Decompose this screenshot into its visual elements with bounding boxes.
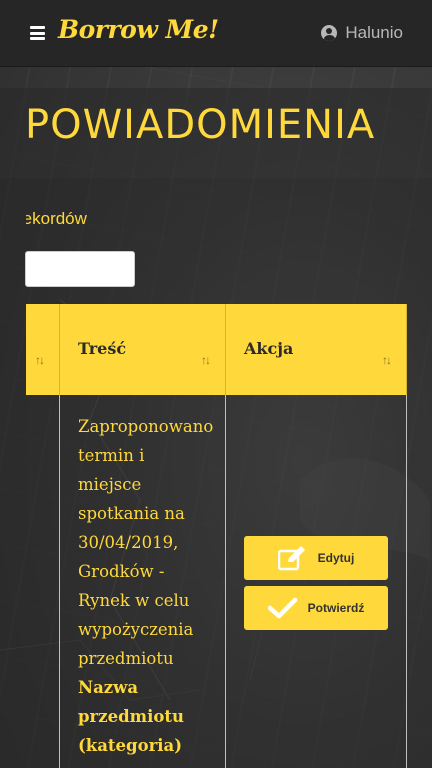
hamburger-icon[interactable] bbox=[30, 26, 45, 40]
user-circle-icon bbox=[321, 25, 338, 41]
column-header-action-label: Akcja bbox=[244, 339, 294, 358]
user-menu[interactable]: Halunio bbox=[321, 23, 403, 43]
brand-logo[interactable]: Borrow Me! bbox=[58, 15, 219, 44]
edit-button[interactable]: Edytuj bbox=[244, 536, 388, 580]
column-header-content-label: Treść bbox=[78, 339, 127, 358]
check-icon bbox=[267, 597, 297, 619]
confirm-button[interactable]: Potwierdź bbox=[244, 586, 388, 630]
records-per-page-label: rekordów bbox=[26, 209, 87, 228]
sort-icon[interactable]: ↑↓ bbox=[382, 353, 392, 367]
cell-action: Edytuj Potwierdź bbox=[226, 395, 407, 768]
table-header: ↑↓ Treść ↑↓ Akcja ↑↓ bbox=[26, 304, 407, 395]
column-header-id[interactable]: ↑↓ bbox=[26, 304, 60, 395]
sort-icon[interactable]: ↑↓ bbox=[201, 353, 211, 367]
notifications-table: ↑↓ Treść ↑↓ Akcja ↑↓ Zaproponowano termi… bbox=[26, 304, 407, 768]
confirm-label: Potwierdź bbox=[307, 601, 365, 615]
search-input[interactable] bbox=[25, 251, 135, 287]
item-name: Nazwa przedmiotu (kategoria) bbox=[78, 678, 184, 755]
page-title: POWIADOMIENIA bbox=[25, 102, 376, 148]
cell-content: Zaproponowano termin i miejsce spotkania… bbox=[60, 395, 226, 768]
sort-icon[interactable]: ↑↓ bbox=[35, 353, 45, 367]
edit-icon bbox=[277, 546, 305, 571]
table-row: Zaproponowano termin i miejsce spotkania… bbox=[26, 395, 407, 768]
notification-message: Zaproponowano termin i miejsce spotkania… bbox=[78, 412, 218, 760]
username-label: Halunio bbox=[345, 23, 403, 42]
edit-label: Edytuj bbox=[317, 551, 355, 565]
column-header-content[interactable]: Treść ↑↓ bbox=[60, 304, 226, 395]
column-header-action[interactable]: Akcja ↑↓ bbox=[226, 304, 407, 395]
top-navbar: Borrow Me! Halunio bbox=[0, 0, 432, 67]
cell-id bbox=[26, 395, 60, 768]
